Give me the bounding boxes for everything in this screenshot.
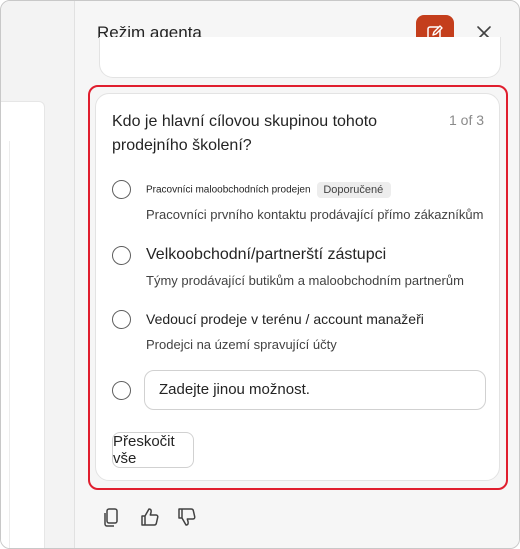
window-frame: Režim agenta Kdo je hlavní cílovou skupi… xyxy=(0,0,520,549)
copy-icon[interactable] xyxy=(101,506,123,528)
highlight-outline xyxy=(88,85,508,490)
thumbs-down-icon[interactable] xyxy=(176,506,198,528)
document-margin xyxy=(1,141,10,548)
document-area xyxy=(1,1,75,548)
thumbs-up-icon[interactable] xyxy=(139,506,161,528)
previous-message-card xyxy=(99,37,501,78)
agent-panel: Režim agenta Kdo je hlavní cílovou skupi… xyxy=(75,1,519,548)
